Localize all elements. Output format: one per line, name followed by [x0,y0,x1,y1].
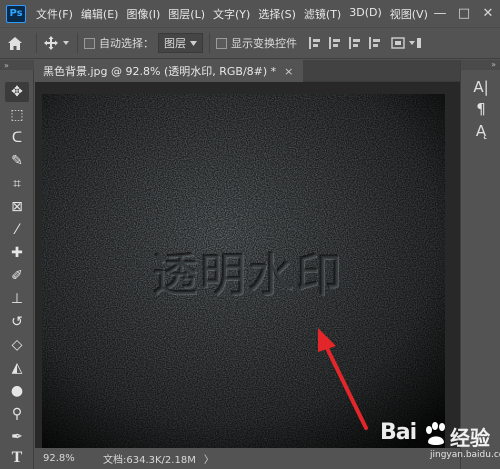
paragraph-icon[interactable]: ¶ [461,98,500,120]
brush-tool-icon[interactable]: ✐ [5,266,29,286]
transparent-watermark-text: 透明水印 [152,248,344,302]
document-tab-bar: 黑色背景.jpg @ 92.8% (透明水印, RGB/8#) * × [35,60,460,82]
options-overflow-icon[interactable] [391,36,421,50]
menu-image[interactable]: 图像(I) [122,6,164,22]
minimize-button[interactable]: — [428,0,452,27]
marquee-tool-icon[interactable]: ⬚ [5,105,29,125]
canvas-pasteboard[interactable]: 透明水印 [35,82,460,448]
auto-select-checkbox[interactable]: 自动选择： [84,35,154,51]
menu-list: 文件(F) 编辑(E) 图像(I) 图层(L) 文字(Y) 选择(S) 滤镜(T… [32,6,432,22]
quick-select-tool-icon[interactable]: ✎ [5,151,29,171]
show-transform-checkbox[interactable]: 显示变换控件 [216,35,297,51]
auto-select-label: 自动选择： [99,37,154,50]
frame-tool-icon[interactable]: ⊠ [5,197,29,217]
toolbar-collapse-button[interactable]: » [0,60,34,70]
baidu-jingyan-watermark: Bai 经验 jingyan.baidu.com [380,420,500,466]
divider [36,33,37,53]
auto-select-dropdown[interactable]: 图层 [158,33,203,53]
blur-tool-icon[interactable]: ● [5,381,29,401]
show-transform-label: 显示变换控件 [231,37,297,50]
status-menu-icon[interactable]: 〉 [204,451,214,466]
history-brush-tool-icon[interactable]: ↺ [5,312,29,332]
align-controls [309,37,381,49]
lasso-tool-icon[interactable]: ᑕ [5,128,29,148]
options-bar: 自动选择： 图层 显示变换控件 [0,27,500,59]
pen-tool-icon[interactable]: ✒ [5,427,29,447]
menu-bar: Ps 文件(F) 编辑(E) 图像(I) 图层(L) 文字(Y) 选择(S) 滤… [0,0,500,27]
dodge-tool-icon[interactable]: ⚲ [5,404,29,424]
document-canvas[interactable]: 透明水印 [42,94,445,448]
menu-select[interactable]: 选择(S) [254,6,300,22]
auto-select-value: 图层 [164,37,186,50]
document-info: 文档:634.3K/2.18M [103,455,196,466]
align-center-icon[interactable] [329,37,341,49]
watermark-jingyan-text: 经验 [450,426,490,450]
menu-filter[interactable]: 滤镜(T) [300,6,345,22]
right-panel-collapse-button[interactable]: » [461,60,500,70]
chevron-down-icon [190,40,197,46]
move-tool-preset-icon[interactable] [43,35,71,51]
checkbox-box[interactable] [216,37,227,49]
healing-brush-tool-icon[interactable]: ✚ [5,243,29,263]
crop-tool-icon[interactable]: ⌗ [5,174,29,194]
divider [209,33,210,53]
maximize-button[interactable]: □ [452,0,476,27]
home-icon[interactable] [0,36,30,51]
window-controls: — □ ✕ [428,0,500,27]
align-left-icon[interactable] [309,37,321,49]
tab-close-icon[interactable]: × [284,65,293,78]
align-top-icon[interactable] [369,37,381,49]
character-icon[interactable]: A| [461,76,500,98]
checkbox-box[interactable] [84,37,95,49]
tools-panel: ✥ ⬚ ᑕ ✎ ⌗ ⊠ ⁄ ✚ ✐ ⊥ ↺ ◇ ◭ ● ⚲ ✒ T [0,70,34,469]
menu-type[interactable]: 文字(Y) [209,6,254,22]
watermark-url: jingyan.baidu.com [430,450,500,460]
red-arrow-annotation [318,328,368,430]
photoshop-logo-icon: Ps [6,4,26,23]
align-right-icon[interactable] [349,37,361,49]
menu-view[interactable]: 视图(V) [386,6,432,22]
document-tab[interactable]: 黑色背景.jpg @ 92.8% (透明水印, RGB/8#) * × [35,60,304,82]
zoom-level[interactable]: 92.8% [43,453,93,464]
move-tool-icon[interactable]: ✥ [5,82,29,102]
divider [77,33,78,53]
document-area: 黑色背景.jpg @ 92.8% (透明水印, RGB/8#) * × 透明水印… [35,60,460,469]
stamp-tool-icon[interactable]: ⊥ [5,289,29,309]
document-tab-title: 黑色背景.jpg @ 92.8% (透明水印, RGB/8#) * [43,65,277,78]
right-panel-dock: » A| ¶ Ą [460,60,500,469]
eyedropper-tool-icon[interactable]: ⁄ [5,220,29,240]
paint-bucket-tool-icon[interactable]: ◭ [5,358,29,378]
watermark-bai-text: Bai [380,420,417,445]
menu-edit[interactable]: 编辑(E) [77,6,123,22]
close-button[interactable]: ✕ [476,0,500,27]
menu-3d[interactable]: 3D(D) [345,6,386,22]
character-style-icon[interactable]: Ą [461,120,500,142]
eraser-tool-icon[interactable]: ◇ [5,335,29,355]
menu-layer[interactable]: 图层(L) [164,6,209,22]
type-tool-icon[interactable]: T [5,448,29,468]
paw-logo-icon [426,422,445,445]
menu-file[interactable]: 文件(F) [32,6,77,22]
